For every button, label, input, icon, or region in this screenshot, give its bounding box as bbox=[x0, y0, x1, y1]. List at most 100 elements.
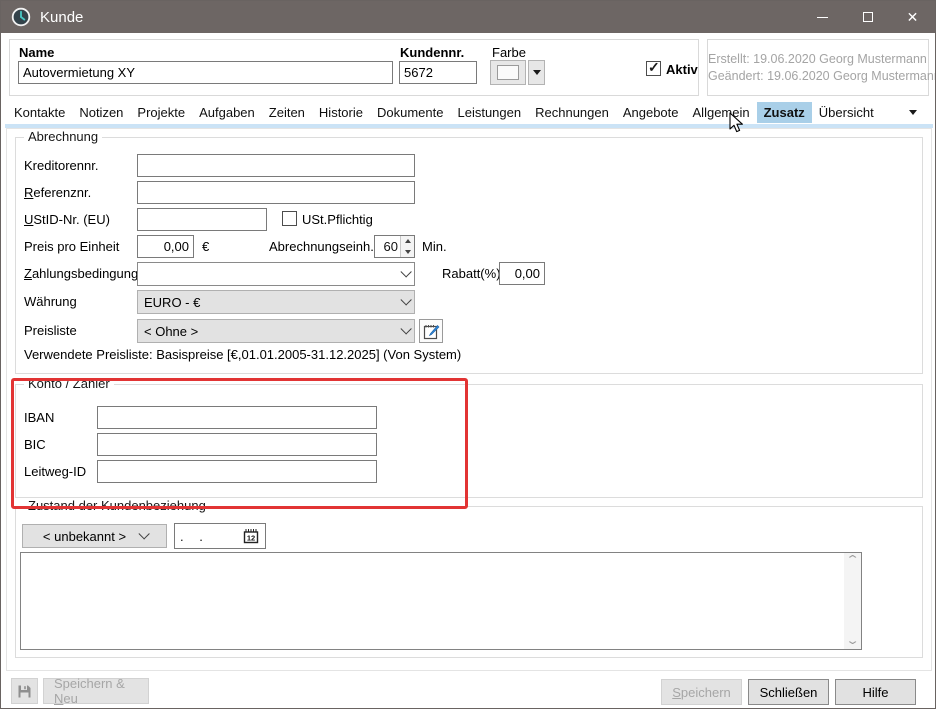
floppy-disk-icon bbox=[17, 684, 32, 699]
euro-suffix: € bbox=[202, 239, 209, 254]
abrechnungseinh-label: Abrechnungseinh. bbox=[269, 239, 374, 254]
svg-text:12: 12 bbox=[247, 534, 255, 543]
minimize-icon bbox=[817, 17, 828, 18]
kundennr-input[interactable] bbox=[399, 61, 477, 84]
chevron-down-icon bbox=[405, 250, 411, 254]
farbe-picker bbox=[490, 60, 545, 85]
tab-overflow-button[interactable] bbox=[909, 110, 917, 115]
footer-bar: Speichern & Neu Speichern Schließen Hilf… bbox=[1, 673, 936, 709]
tab-kontakte[interactable]: Kontakte bbox=[7, 102, 72, 123]
minimize-button[interactable] bbox=[800, 1, 845, 33]
farbe-swatch-button[interactable] bbox=[490, 60, 526, 85]
chevron-down-icon bbox=[533, 70, 541, 75]
tab-allgemein[interactable]: Allgemein bbox=[686, 102, 757, 123]
tab-angebote[interactable]: Angebote bbox=[616, 102, 686, 123]
stepper-down-button[interactable] bbox=[401, 247, 414, 258]
abrechnungseinh-stepper[interactable]: 60 bbox=[374, 235, 415, 258]
scroll-up-icon[interactable]: ⌃ bbox=[845, 555, 860, 566]
verwendete-preisliste-text: Verwendete Preisliste: Basispreise [€,01… bbox=[24, 347, 461, 362]
tab-historie[interactable]: Historie bbox=[312, 102, 370, 123]
rabatt-label: Rabatt(%) bbox=[442, 266, 501, 281]
vertical-scrollbar[interactable]: ⌃ ⌄ bbox=[844, 553, 861, 649]
save-icon-button[interactable] bbox=[11, 678, 38, 704]
speichern-button[interactable]: Speichern bbox=[661, 679, 742, 705]
chevron-up-icon bbox=[405, 239, 411, 243]
tab-rechnungen[interactable]: Rechnungen bbox=[528, 102, 616, 123]
name-label: Name bbox=[19, 45, 54, 60]
iban-label: IBAN bbox=[24, 410, 54, 425]
speichern-label: Speichern bbox=[672, 685, 731, 700]
zustand-select[interactable]: < unbekannt > bbox=[22, 524, 167, 548]
calendar-icon[interactable]: 12 bbox=[243, 528, 260, 544]
tab-aufgaben[interactable]: Aufgaben bbox=[192, 102, 262, 123]
kundenbeziehung-notes: ⌃ ⌄ bbox=[20, 552, 862, 650]
preis-pro-einheit-label: Preis pro Einheit bbox=[24, 239, 119, 254]
close-button[interactable]: ✕ bbox=[890, 1, 935, 33]
waehrung-select[interactable]: EURO - € bbox=[137, 290, 415, 314]
stepper-buttons bbox=[400, 236, 414, 257]
tab-leistungen[interactable]: Leistungen bbox=[450, 102, 528, 123]
bic-input[interactable] bbox=[97, 433, 377, 456]
konto-zahler-legend: Konto / Zahler bbox=[24, 376, 114, 391]
preis-pro-einheit-input[interactable] bbox=[137, 235, 194, 258]
kreditorennr-label: Kreditorennr. bbox=[24, 158, 98, 173]
chevron-down-icon bbox=[400, 294, 411, 305]
min-suffix: Min. bbox=[422, 239, 447, 254]
iban-input[interactable] bbox=[97, 406, 377, 429]
tab-dokumente[interactable]: Dokumente bbox=[370, 102, 450, 123]
rabatt-input[interactable] bbox=[499, 262, 545, 285]
modified-info: Geändert: 19.06.2020 Georg Mustermann bbox=[708, 69, 921, 83]
zustand-date-field[interactable]: . . 12 bbox=[174, 523, 266, 549]
tab-uebersicht[interactable]: Übersicht bbox=[812, 102, 881, 123]
stepper-up-button[interactable] bbox=[401, 236, 414, 247]
name-input[interactable] bbox=[18, 61, 393, 84]
close-icon: ✕ bbox=[907, 10, 919, 24]
ustpflichtig-label: USt.Pflichtig bbox=[302, 212, 373, 227]
preisliste-edit-button[interactable] bbox=[419, 319, 443, 343]
kunde-window: Kunde ✕ Name Kundennr. Farbe Aktiv Erste… bbox=[0, 0, 936, 709]
referenznr-label: Referenznr. bbox=[24, 185, 91, 200]
customer-header-panel: Name Kundennr. Farbe Aktiv bbox=[9, 39, 699, 96]
ustid-label: UStID-Nr. (EU) bbox=[24, 212, 110, 227]
schliessen-label: Schließen bbox=[760, 685, 818, 700]
ustid-input[interactable] bbox=[137, 208, 267, 231]
ustpflichtig-checkbox[interactable] bbox=[282, 211, 297, 226]
kundenbeziehung-group: Zustand der Kundenbeziehung < unbekannt … bbox=[15, 506, 923, 658]
maximize-icon bbox=[863, 12, 873, 22]
kundennr-label: Kundennr. bbox=[400, 45, 464, 60]
preisliste-select[interactable]: < Ohne > bbox=[137, 319, 415, 343]
farbe-dropdown-button[interactable] bbox=[528, 60, 545, 85]
kreditorennr-input[interactable] bbox=[137, 154, 415, 177]
tab-bar: Kontakte Notizen Projekte Aufgaben Zeite… bbox=[7, 101, 931, 124]
zahlungsbedingung-select[interactable] bbox=[137, 262, 415, 286]
abrechnung-group: Abrechnung Kreditorennr. Referenznr. USt… bbox=[15, 137, 923, 374]
konto-zahler-group: Konto / Zahler IBAN BIC Leitweg-ID bbox=[15, 384, 923, 498]
maximize-button[interactable] bbox=[845, 1, 890, 33]
tab-notizen[interactable]: Notizen bbox=[72, 102, 130, 123]
tab-projekte[interactable]: Projekte bbox=[130, 102, 192, 123]
farbe-label: Farbe bbox=[492, 45, 526, 60]
aktiv-checkbox[interactable] bbox=[646, 61, 661, 76]
date-value: . . bbox=[180, 529, 209, 544]
waehrung-value: EURO - € bbox=[144, 295, 200, 310]
clock-app-icon bbox=[11, 7, 31, 27]
zustand-value: < unbekannt > bbox=[43, 529, 126, 544]
zahlungsbedingung-label: Zahlungsbedingung bbox=[24, 266, 138, 281]
preisliste-value: < Ohne > bbox=[144, 324, 198, 339]
chevron-down-icon bbox=[139, 528, 150, 539]
schliessen-button[interactable]: Schließen bbox=[748, 679, 829, 705]
audit-info-panel: Erstellt: 19.06.2020 Georg Mustermann Ge… bbox=[707, 39, 929, 96]
title-bar: Kunde ✕ bbox=[1, 1, 935, 33]
created-info: Erstellt: 19.06.2020 Georg Mustermann bbox=[708, 52, 921, 66]
referenznr-input[interactable] bbox=[137, 181, 415, 204]
scroll-down-icon[interactable]: ⌄ bbox=[845, 636, 860, 647]
leitweg-id-input[interactable] bbox=[97, 460, 377, 483]
tab-zusatz[interactable]: Zusatz bbox=[757, 102, 812, 123]
hilfe-label: Hilfe bbox=[862, 685, 888, 700]
tab-zeiten[interactable]: Zeiten bbox=[262, 102, 312, 123]
speichern-neu-button[interactable]: Speichern & Neu bbox=[43, 678, 149, 704]
hilfe-button[interactable]: Hilfe bbox=[835, 679, 916, 705]
kundenbeziehung-legend: Zustand der Kundenbeziehung bbox=[24, 498, 210, 513]
kundenbeziehung-textarea[interactable] bbox=[21, 553, 844, 649]
window-title: Kunde bbox=[40, 9, 83, 26]
